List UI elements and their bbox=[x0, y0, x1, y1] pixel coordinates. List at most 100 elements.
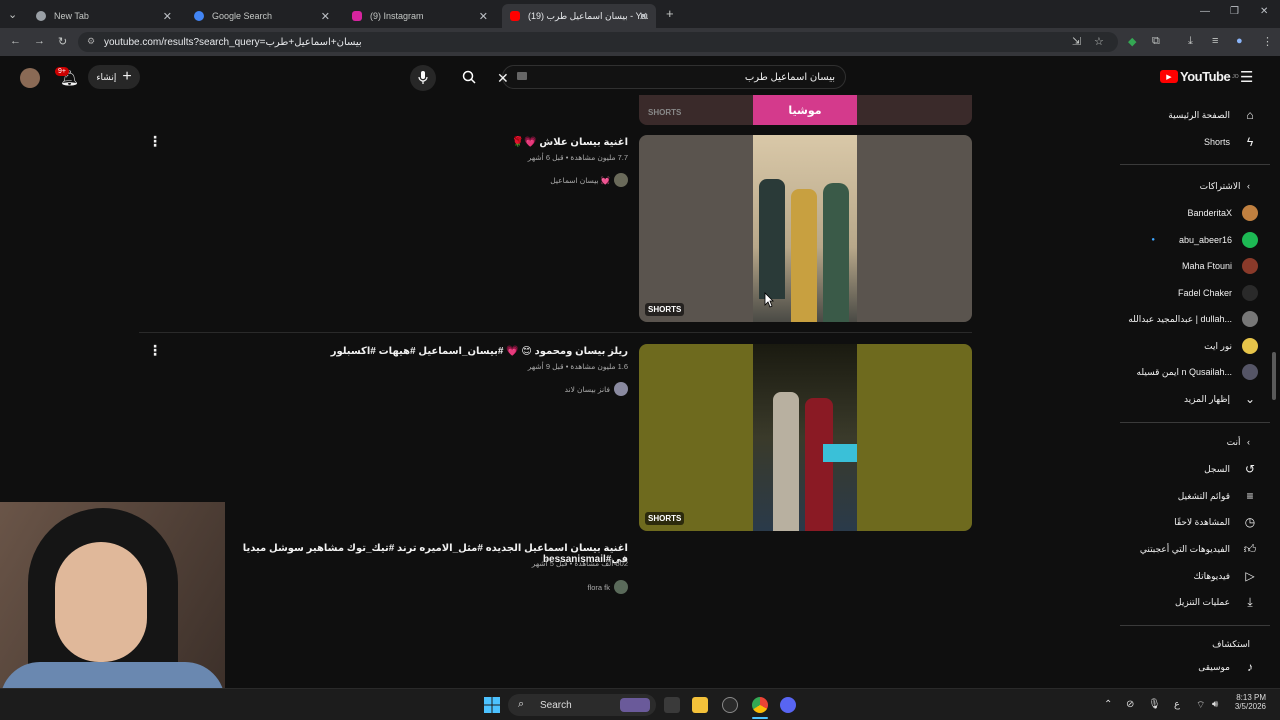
taskbar-search[interactable]: ⌕ Search bbox=[508, 694, 656, 716]
search-icon: ⌕ bbox=[518, 698, 525, 710]
video-title[interactable]: اغنية بيسان علاش 💗🌹 bbox=[268, 137, 628, 148]
person-figure bbox=[773, 392, 799, 531]
search-button[interactable] bbox=[452, 65, 486, 89]
app-icon[interactable] bbox=[722, 697, 738, 713]
extensions-icon[interactable]: ⧉ bbox=[1152, 35, 1160, 48]
minimize-icon[interactable]: — bbox=[1200, 6, 1210, 17]
video-thumbnail[interactable]: SHORTS bbox=[639, 135, 972, 322]
window-close-icon[interactable]: ✕ bbox=[1260, 6, 1268, 17]
sidebar-item-label: الفيديوهات التي أعجبتني bbox=[1139, 543, 1230, 554]
search-icon bbox=[462, 70, 476, 84]
restore-icon[interactable]: ❐ bbox=[1230, 6, 1239, 17]
sidebar-item-subscription[interactable]: ايمن قسيله n Qusailah... bbox=[1108, 359, 1258, 385]
you-header[interactable]: أنت ‹ bbox=[1227, 437, 1250, 448]
forward-icon[interactable]: → bbox=[34, 35, 45, 47]
sidebar-item-music[interactable]: موسيقى ♪ bbox=[1108, 654, 1258, 680]
account-avatar[interactable] bbox=[20, 68, 40, 88]
wifi-icon[interactable]: ⌔ bbox=[1196, 699, 1205, 712]
close-icon[interactable]: ✕ bbox=[163, 10, 172, 23]
channel-link[interactable]: بيسان اسماعيل 💓 bbox=[550, 173, 628, 187]
tab-search-icon[interactable]: ⌄ bbox=[8, 8, 17, 21]
site-info-icon[interactable]: ⚙ bbox=[87, 36, 95, 47]
sidebar-item-subscription[interactable]: نور ايت bbox=[1108, 333, 1258, 359]
channel-avatar bbox=[1242, 232, 1258, 248]
home-icon: ⌂ bbox=[1246, 108, 1254, 122]
close-icon[interactable]: ✕ bbox=[321, 10, 330, 23]
more-actions-icon[interactable]: ⋮ bbox=[148, 133, 162, 150]
thumbnail-image bbox=[753, 344, 857, 531]
sidebar-item-your-videos[interactable]: فيديوهاتك ▷ bbox=[1108, 563, 1258, 589]
sidebar-scrollbar[interactable] bbox=[1272, 352, 1276, 400]
search-input[interactable]: ✕ بيسان اسماعيل طرب bbox=[497, 65, 846, 89]
sidebar-item-home[interactable]: الصفحة الرئيسية ⌂ bbox=[1108, 102, 1258, 128]
tab-google-search[interactable]: Google Search ✕ bbox=[186, 4, 338, 28]
channel-avatar bbox=[614, 173, 628, 187]
tab-instagram[interactable]: (9) Instagram ✕ bbox=[344, 4, 496, 28]
new-tab-button[interactable]: + bbox=[666, 6, 674, 21]
input-language[interactable]: ع bbox=[1174, 699, 1180, 710]
subscriptions-header[interactable]: الاشتراكات ‹ bbox=[1200, 181, 1250, 192]
more-actions-icon[interactable]: ⋮ bbox=[148, 342, 162, 359]
microphone-tray-icon[interactable]: 🎙︎ bbox=[1148, 699, 1161, 710]
sidebar-item-subscription[interactable]: عبدالمجيد عبدالله | dullah... bbox=[1108, 306, 1258, 332]
notification-count-badge: 9+ bbox=[55, 67, 69, 76]
chrome-taskbar-icon[interactable] bbox=[752, 697, 768, 713]
task-view-icon[interactable] bbox=[664, 697, 680, 713]
clock[interactable]: 8:13 PM 3/5/2026 bbox=[1234, 693, 1266, 711]
bookmark-star-icon[interactable]: ☆ bbox=[1094, 35, 1104, 48]
discord-icon[interactable] bbox=[780, 697, 796, 713]
windows-start-icon[interactable] bbox=[484, 697, 500, 713]
tab-youtube[interactable]: (19) بيسان اسماعيل طرب - YouTube ✕ bbox=[502, 4, 656, 28]
sidebar-item-shorts[interactable]: Shorts ϟ bbox=[1108, 129, 1258, 155]
video-title[interactable]: ريلز بيسان ومحمود 😊 💗 #بيسان_اسماعيل #هي… bbox=[268, 346, 628, 357]
clock-date: 3/5/2026 bbox=[1234, 702, 1266, 711]
profile-icon[interactable]: ● bbox=[1236, 35, 1243, 47]
partial-result-thumbnail[interactable]: موشيا SHORTS bbox=[639, 95, 972, 125]
video-thumbnail[interactable]: SHORTS bbox=[639, 344, 972, 531]
channel-name: فانز بيسان لاند bbox=[564, 384, 610, 394]
sidebar-item-label: السجل bbox=[1204, 463, 1230, 474]
sidebar-item-subscription[interactable]: Maha Ftouni bbox=[1108, 253, 1258, 279]
sidebar-item-liked-videos[interactable]: الفيديوهات التي أعجبتني 👍︎ bbox=[1108, 536, 1258, 562]
volume-icon[interactable]: 🔊︎ bbox=[1212, 699, 1218, 710]
channel-link[interactable]: فانز بيسان لاند bbox=[565, 382, 628, 396]
network-icon[interactable]: ⊘ bbox=[1126, 699, 1134, 710]
person-figure bbox=[759, 179, 785, 299]
close-icon[interactable]: ✕ bbox=[479, 10, 488, 23]
close-icon[interactable]: ✕ bbox=[639, 10, 648, 23]
sidebar-item-subscription[interactable]: BanderitaX bbox=[1108, 200, 1258, 226]
voice-search-button[interactable] bbox=[410, 65, 436, 91]
shorts-badge: SHORTS bbox=[645, 512, 685, 525]
video-meta: 7.7 مليون مشاهدة • قبل 6 أشهر bbox=[527, 153, 628, 162]
tab-new-tab[interactable]: New Tab ✕ bbox=[28, 4, 180, 28]
menu-kebab-icon[interactable]: ⋮ bbox=[1262, 35, 1273, 48]
plus-icon: + bbox=[122, 68, 132, 85]
sidebar-item-show-more[interactable]: إظهار المزيد ⌄ bbox=[1108, 386, 1258, 412]
subscriptions-header-label: الاشتراكات bbox=[1199, 181, 1241, 191]
reload-icon[interactable]: ↻ bbox=[58, 35, 67, 48]
channel-avatar bbox=[1242, 364, 1258, 380]
sidebar-item-playlists[interactable]: قوائم التشغيل ≡ bbox=[1108, 483, 1258, 509]
keyboard-icon[interactable] bbox=[517, 72, 527, 80]
install-app-icon[interactable]: ⇲ bbox=[1072, 35, 1081, 48]
back-icon[interactable]: ← bbox=[10, 35, 21, 47]
clear-search-icon[interactable]: ✕ bbox=[497, 70, 509, 87]
channel-link[interactable]: flora fk bbox=[587, 580, 628, 594]
chrome-icon bbox=[36, 11, 46, 21]
address-bar[interactable]: ⚙ youtube.com/results?search_query=بيسان… bbox=[78, 32, 1118, 52]
channel-name: بيسان اسماعيل 💓 bbox=[550, 175, 610, 185]
partial-thumbnail-text: موشيا bbox=[753, 95, 857, 125]
sidebar-item-subscription[interactable]: Fadel Chaker bbox=[1108, 280, 1258, 306]
downloads-icon[interactable]: ⤓ bbox=[1188, 35, 1193, 48]
sidebar-item-watch-later[interactable]: المشاهدة لاحقًا ◷ bbox=[1108, 509, 1258, 535]
create-button[interactable]: إنشاء + bbox=[88, 65, 140, 89]
sidebar-item-subscription[interactable]: ● abu_abeer16 bbox=[1108, 227, 1258, 253]
extension-shield-icon[interactable]: ◆ bbox=[1128, 35, 1136, 48]
media-icon[interactable]: ≡ bbox=[1212, 35, 1218, 47]
tray-overflow-icon[interactable]: ⌃ bbox=[1104, 699, 1112, 710]
pool-shape bbox=[823, 444, 857, 462]
sidebar-item-downloads[interactable]: عمليات التنزيل ⤓ bbox=[1108, 589, 1258, 615]
tab-title: Google Search bbox=[212, 11, 273, 21]
sidebar-item-history[interactable]: السجل ↺ bbox=[1108, 456, 1258, 482]
file-explorer-icon[interactable] bbox=[692, 697, 708, 713]
